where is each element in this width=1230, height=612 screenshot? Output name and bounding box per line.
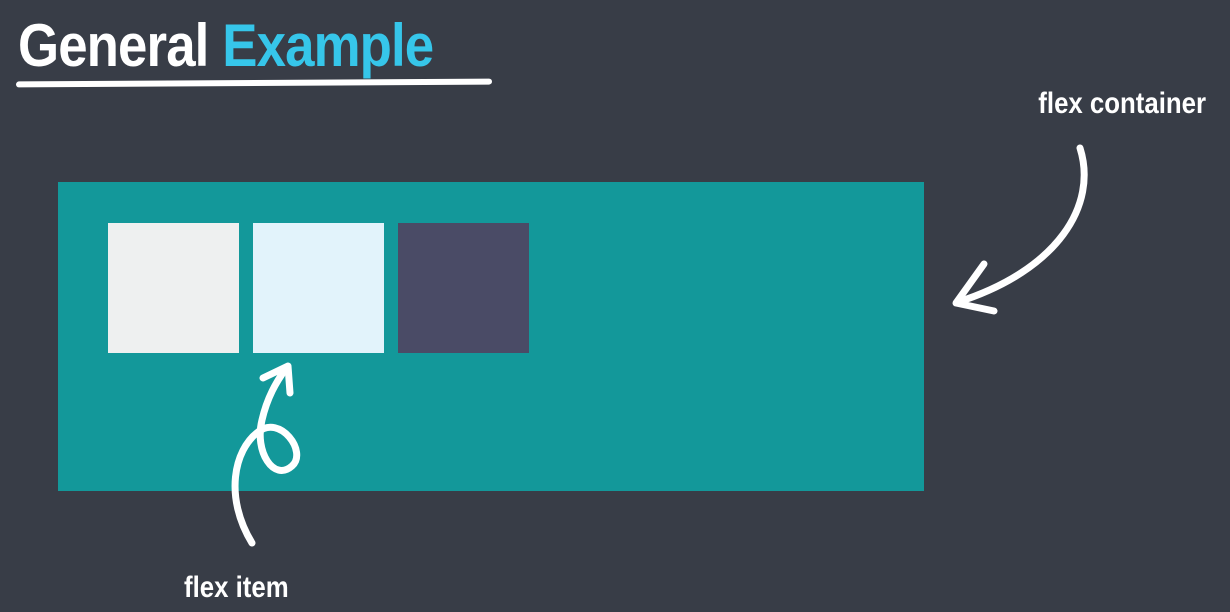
- flex-item-arrow-icon: [231, 362, 301, 547]
- annotation-arrows: [231, 144, 1088, 547]
- flex-container-arrow-icon: [952, 144, 1088, 315]
